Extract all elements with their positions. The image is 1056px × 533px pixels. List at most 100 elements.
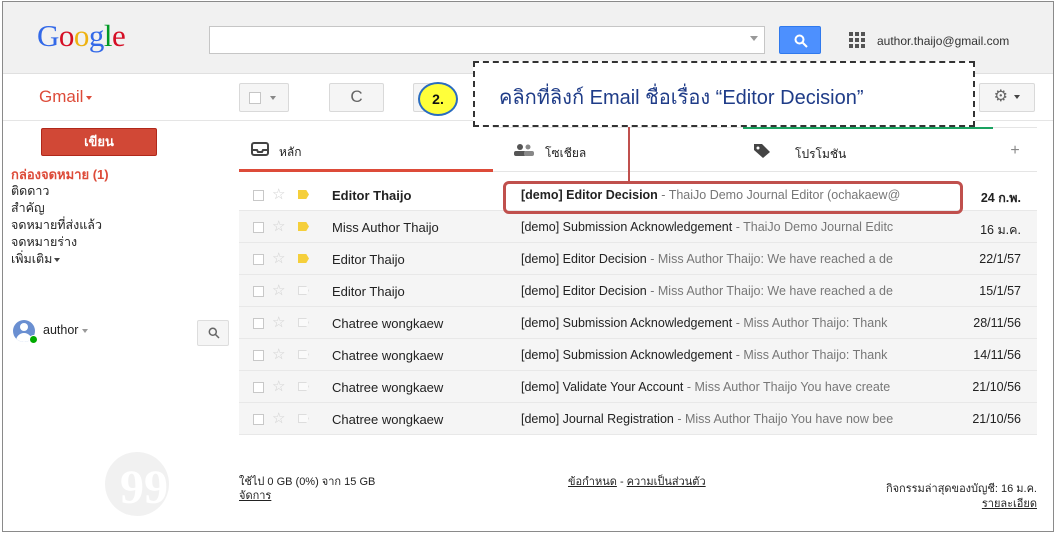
sidebar-item-more[interactable]: เพิ่มเติม xyxy=(11,251,211,268)
hangouts-icon[interactable]: 99 xyxy=(105,452,169,516)
inbox-icon xyxy=(251,142,269,156)
sidebar-item-inbox[interactable]: กล่องจดหมาย (1) xyxy=(11,166,211,183)
search-dropdown-icon[interactable] xyxy=(750,36,758,41)
sidebar-item-sent[interactable]: จดหมายที่ส่งแล้ว xyxy=(11,217,211,234)
importance-marker-icon[interactable] xyxy=(298,350,309,359)
row-checkbox[interactable] xyxy=(253,222,264,233)
email-date: 21/10/56 xyxy=(972,412,1021,426)
activity-details-link[interactable]: รายละเอียด xyxy=(886,497,1037,512)
star-icon[interactable]: ☆ xyxy=(272,377,285,395)
star-icon[interactable]: ☆ xyxy=(272,217,285,235)
email-subject-line[interactable]: [demo] Submission Acknowledgement - Thai… xyxy=(521,220,939,234)
chat-user-menu[interactable]: author xyxy=(43,323,89,337)
footer-links: ข้อกำหนด - ความเป็นส่วนตัว xyxy=(568,472,706,490)
importance-marker-icon[interactable] xyxy=(298,222,309,231)
search-input[interactable] xyxy=(209,26,765,54)
gmail-menu[interactable]: Gmail xyxy=(39,87,93,107)
row-checkbox[interactable] xyxy=(253,350,264,361)
email-subject-line[interactable]: [demo] Submission Acknowledgement - Miss… xyxy=(521,316,939,330)
email-snippet: - Miss Author Thaijo You have now bee xyxy=(673,412,894,426)
step-badge: 2. xyxy=(418,82,458,116)
email-sender: Chatree wongkaew xyxy=(332,348,444,363)
refresh-button[interactable]: C xyxy=(329,83,384,112)
email-list: ☆ Editor Thaijo [demo] Editor Decision - T… xyxy=(239,179,1037,435)
email-sender: Editor Thaijo xyxy=(332,188,412,203)
tab-social-label: โซเชียล xyxy=(545,146,587,160)
sidebar-item-important[interactable]: สำคัญ xyxy=(11,200,211,217)
email-subject-line[interactable]: [demo] Submission Acknowledgement - Miss… xyxy=(521,348,939,362)
search-icon xyxy=(208,327,220,339)
email-subject: [demo] Editor Decision xyxy=(521,252,647,266)
google-logo[interactable]: Google xyxy=(37,18,126,54)
tab-promotions-label: โปรโมชัน xyxy=(795,147,847,161)
email-snippet: - Miss Author Thaijo: Thank xyxy=(732,348,888,362)
people-icon xyxy=(514,144,534,156)
annotation-instruction: คลิกที่ลิงก์ Email ชื่อเรื่อง “Editor De… xyxy=(499,87,864,109)
star-icon[interactable]: ☆ xyxy=(272,345,285,363)
email-subject: [demo] Journal Registration xyxy=(521,412,674,426)
importance-marker-icon[interactable] xyxy=(298,414,309,423)
chevron-down-icon xyxy=(82,328,89,333)
email-row[interactable]: ☆ Chatree wongkaew [demo] Submission Ackno… xyxy=(239,307,1037,339)
email-date: 28/11/56 xyxy=(973,316,1021,330)
star-icon[interactable]: ☆ xyxy=(272,281,285,299)
account-email[interactable]: author.thaijo@gmail.com xyxy=(877,34,1009,48)
row-checkbox[interactable] xyxy=(253,382,264,393)
search-button[interactable] xyxy=(779,26,821,54)
tab-promotions[interactable]: โปรโมชัน xyxy=(743,127,993,172)
add-tab-button[interactable]: + xyxy=(993,127,1037,172)
email-sender: Editor Thaijo xyxy=(332,284,405,299)
email-sender: Chatree wongkaew xyxy=(332,380,444,395)
importance-marker-icon[interactable] xyxy=(298,190,309,199)
chat-user-name: author xyxy=(43,323,79,337)
select-all-button[interactable] xyxy=(239,83,289,112)
compose-button[interactable]: เขียน xyxy=(41,128,157,156)
email-sender: Chatree wongkaew xyxy=(332,316,444,331)
email-row[interactable]: ☆ Chatree wongkaew [demo] Validate Your Ac… xyxy=(239,371,1037,403)
storage-usage: ใช้ไป 0 GB (0%) จาก 15 GB จัดการ xyxy=(239,475,375,503)
row-checkbox[interactable] xyxy=(253,286,264,297)
email-row[interactable]: ☆ Chatree wongkaew [demo] Journal Registra… xyxy=(239,403,1037,435)
star-icon[interactable]: ☆ xyxy=(272,249,285,267)
email-sender: Chatree wongkaew xyxy=(332,412,444,427)
footer-separator: - xyxy=(616,476,627,488)
email-snippet: - Miss Author Thaijo: We have reached a … xyxy=(646,252,893,266)
email-date: 22/1/57 xyxy=(979,252,1021,266)
sidebar-item-starred[interactable]: ติดดาว xyxy=(11,183,211,200)
chevron-down-icon xyxy=(54,257,61,262)
sidebar-item-drafts[interactable]: จดหมายร่าง xyxy=(11,234,211,251)
email-snippet: - Miss Author Thaijo: We have reached a … xyxy=(646,284,893,298)
email-row[interactable]: ☆ Editor Thaijo [demo] Editor Decision - M… xyxy=(239,275,1037,307)
star-icon[interactable]: ☆ xyxy=(272,409,285,427)
star-icon[interactable]: ☆ xyxy=(272,313,285,331)
email-subject-line[interactable]: [demo] Editor Decision - Miss Author Tha… xyxy=(521,284,939,298)
row-checkbox[interactable] xyxy=(253,414,264,425)
email-snippet: - Miss Author Thaijo You have create xyxy=(683,380,891,394)
row-checkbox[interactable] xyxy=(253,190,264,201)
tab-social[interactable]: โซเชียล xyxy=(493,127,743,172)
importance-marker-icon[interactable] xyxy=(298,318,309,327)
settings-button[interactable]: ⚙ xyxy=(979,83,1035,112)
apps-grid-icon[interactable] xyxy=(849,32,865,48)
importance-marker-icon[interactable] xyxy=(298,286,309,295)
last-activity-text: กิจกรรมล่าสุดของบัญชี: 16 ม.ค. xyxy=(885,483,1037,495)
email-subject-line[interactable]: [demo] Validate Your Account - Miss Auth… xyxy=(521,380,939,394)
importance-marker-icon[interactable] xyxy=(298,254,309,263)
email-row[interactable]: ☆ Miss Author Thaijo [demo] Submission Ack… xyxy=(239,211,1037,243)
star-icon[interactable]: ☆ xyxy=(272,185,285,203)
chat-search-button[interactable] xyxy=(197,320,229,346)
email-subject: [demo] Submission Acknowledgement xyxy=(521,220,733,234)
row-checkbox[interactable] xyxy=(253,318,264,329)
email-row[interactable]: ☆ Editor Thaijo [demo] Editor Decision - M… xyxy=(239,243,1037,275)
tab-primary[interactable]: หลัก xyxy=(239,127,493,172)
email-subject-line[interactable]: [demo] Editor Decision - Miss Author Tha… xyxy=(521,252,939,266)
row-checkbox[interactable] xyxy=(253,254,264,265)
email-row[interactable]: ☆ Chatree wongkaew [demo] Submission Ackno… xyxy=(239,339,1037,371)
importance-marker-icon[interactable] xyxy=(298,382,309,391)
privacy-link[interactable]: ความเป็นส่วนตัว xyxy=(627,476,706,488)
tab-primary-label: หลัก xyxy=(279,145,302,159)
select-checkbox[interactable] xyxy=(249,92,261,104)
manage-storage-link[interactable]: จัดการ xyxy=(239,489,375,503)
terms-link[interactable]: ข้อกำหนด xyxy=(568,476,617,488)
email-subject-line[interactable]: [demo] Journal Registration - Miss Autho… xyxy=(521,412,939,426)
